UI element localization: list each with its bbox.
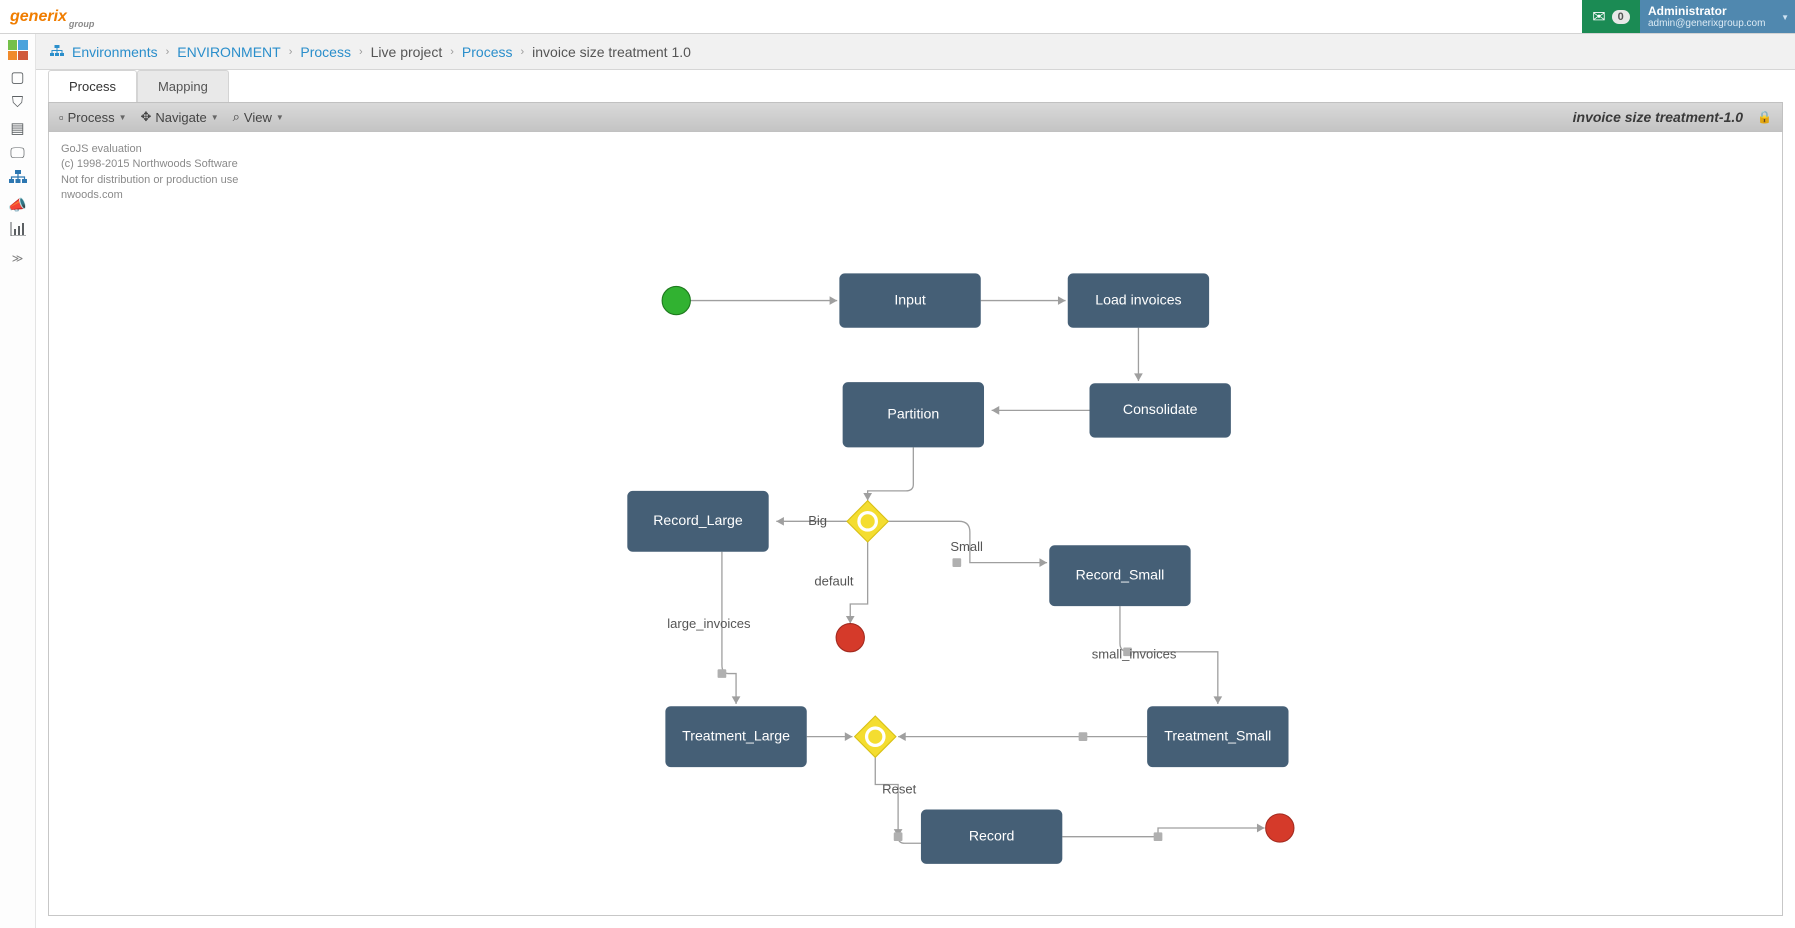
lock-icon: 🔒	[1757, 110, 1772, 124]
svg-text:small_invoices: small_invoices	[1092, 647, 1177, 662]
chevron-down-icon: ▼	[211, 113, 219, 122]
node-label-trS: Treatment_Small	[1164, 727, 1271, 743]
node-label-recL: Record_Large	[653, 512, 743, 528]
shield-icon[interactable]: ⛉	[12, 94, 23, 111]
crumb-process2[interactable]: Process	[462, 44, 513, 60]
start-event[interactable]	[662, 286, 690, 314]
gateway-gw2[interactable]	[855, 716, 896, 757]
end-event[interactable]	[836, 624, 864, 652]
move-icon: ✥	[141, 109, 152, 125]
toolbar-view[interactable]: ⌕ View ▼	[233, 109, 284, 125]
sitemap-small-icon	[50, 44, 64, 60]
top-bar: generix group ✉ 0 Administrator admin@ge…	[0, 0, 1795, 34]
toolbar-process-label: Process	[68, 110, 115, 125]
chevron-down-icon: ▼	[276, 113, 284, 122]
crumb-sep: ›	[359, 46, 363, 58]
page-icon: ▫	[59, 110, 64, 125]
document-icon[interactable]: ▢	[10, 68, 24, 86]
chevron-down-icon: ▼	[1781, 13, 1789, 22]
toolbar-navigate[interactable]: ✥Navigate ▼	[141, 109, 219, 125]
tab-process[interactable]: Process	[48, 70, 137, 102]
crumb-sep: ›	[289, 46, 293, 58]
gateway-gw1[interactable]	[847, 501, 888, 542]
toolbar: ▫ Process ▼ ✥Navigate ▼ ⌕ View ▼ invoice size…	[48, 102, 1783, 132]
user-menu[interactable]: Administrator admin@generixgroup.com ▼	[1640, 0, 1795, 33]
tab-mapping[interactable]: Mapping	[137, 70, 229, 102]
svg-text:default: default	[814, 574, 854, 589]
user-email: admin@generixgroup.com	[1648, 18, 1787, 29]
svg-text:large_invoices: large_invoices	[667, 616, 751, 631]
mail-button[interactable]: ✉ 0	[1582, 0, 1640, 33]
process-diagram[interactable]: Big default Small large_invoices small_invoi…	[49, 132, 1782, 915]
crumb-sep: ›	[520, 46, 524, 58]
tabs: Process Mapping	[48, 70, 1783, 102]
bar-chart-icon[interactable]	[10, 222, 26, 240]
toolbar-navigate-label: Navigate	[155, 110, 206, 125]
envelope-icon: ✉	[1592, 7, 1605, 27]
end-event[interactable]	[1266, 814, 1294, 842]
mail-count-badge: 0	[1612, 10, 1630, 24]
bullhorn-icon[interactable]: 📣	[8, 196, 27, 214]
svg-text:Reset: Reset	[882, 781, 916, 796]
svg-text:Big: Big	[808, 513, 827, 528]
crumb-liveproject: Live project	[371, 44, 443, 60]
svg-text:Small: Small	[950, 539, 983, 554]
apps-icon[interactable]	[8, 40, 28, 60]
breadcrumbs: Environments › ENVIRONMENT › Process › Live…	[36, 34, 1795, 70]
node-label-trL: Treatment_Large	[682, 727, 790, 743]
node-label-part: Partition	[887, 405, 939, 421]
toolbar-view-label: View	[244, 110, 272, 125]
left-rail: ▢ ⛉ ▤ 🖵 📣 ≫	[0, 34, 36, 928]
brand-logo: generix group	[0, 0, 104, 33]
crumb-sep: ›	[450, 46, 454, 58]
node-label-load: Load invoices	[1095, 291, 1181, 307]
toolbar-process[interactable]: ▫ Process ▼	[59, 110, 127, 125]
crumb-sep: ›	[166, 46, 170, 58]
diagram-canvas[interactable]: GoJS evaluation (c) 1998-2015 Northwoods…	[48, 132, 1783, 916]
user-name: Administrator	[1648, 4, 1787, 18]
crumb-environment[interactable]: ENVIRONMENT	[177, 44, 280, 60]
topbar-spacer	[104, 0, 1582, 33]
node-label-cons: Consolidate	[1123, 401, 1198, 417]
desktop-icon[interactable]: 🖵	[10, 145, 24, 162]
book-icon[interactable]: ▤	[10, 119, 24, 137]
sitemap-icon[interactable]	[9, 170, 27, 188]
collapse-rail-icon[interactable]: ≫	[12, 252, 24, 265]
brand-text: generix	[10, 8, 67, 26]
brand-subtext: group	[69, 19, 95, 29]
crumb-current: invoice size treatment 1.0	[532, 44, 691, 60]
crumb-environments[interactable]: Environments	[72, 44, 158, 60]
chevron-down-icon: ▼	[119, 113, 127, 122]
toolbar-title: invoice size treatment-1.0	[1573, 109, 1743, 125]
crumb-process[interactable]: Process	[300, 44, 351, 60]
main-area: Environments › ENVIRONMENT › Process › Live…	[36, 34, 1795, 928]
node-label-record: Record	[969, 827, 1015, 843]
node-label-recS: Record_Small	[1076, 566, 1165, 582]
search-icon: ⌕	[233, 109, 240, 125]
node-label-input: Input	[894, 291, 925, 307]
workspace: Process Mapping ▫ Process ▼ ✥Navigate ▼ ⌕ Vi…	[36, 70, 1795, 928]
